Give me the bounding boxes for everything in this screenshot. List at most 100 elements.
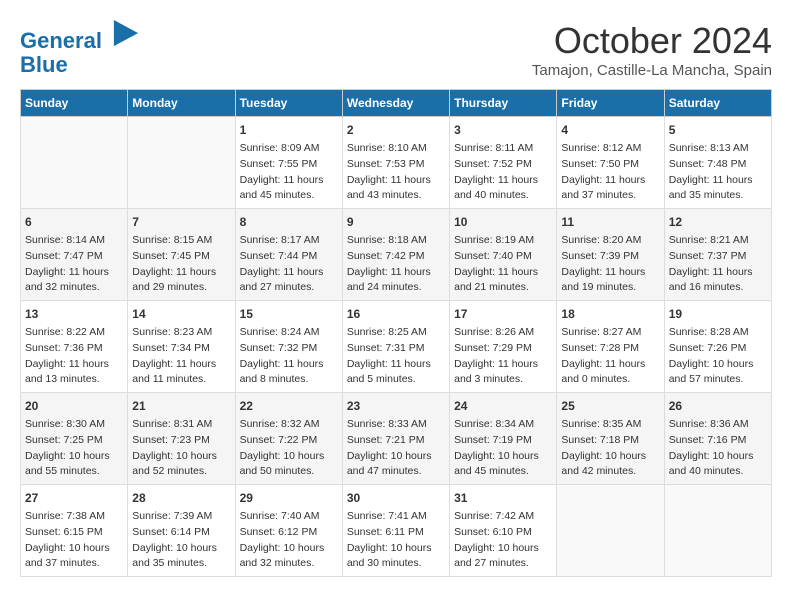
day-info: and 45 minutes. — [240, 188, 338, 204]
col-header-thursday: Thursday — [450, 90, 557, 117]
day-cell — [664, 485, 771, 577]
day-cell: 31Sunrise: 7:42 AMSunset: 6:10 PMDayligh… — [450, 485, 557, 577]
day-info: Daylight: 10 hours — [347, 449, 445, 465]
day-number: 31 — [454, 489, 552, 507]
day-cell: 4Sunrise: 8:12 AMSunset: 7:50 PMDaylight… — [557, 117, 664, 209]
day-info: Sunrise: 8:36 AM — [669, 417, 767, 433]
day-info: Daylight: 11 hours — [561, 357, 659, 373]
day-info: and 21 minutes. — [454, 280, 552, 296]
day-cell: 13Sunrise: 8:22 AMSunset: 7:36 PMDayligh… — [21, 301, 128, 393]
day-info: and 47 minutes. — [347, 464, 445, 480]
day-number: 11 — [561, 213, 659, 231]
day-info: Sunset: 6:11 PM — [347, 525, 445, 541]
logo-blue: Blue — [20, 52, 68, 77]
day-info: and 35 minutes. — [669, 188, 767, 204]
day-info: Sunrise: 8:28 AM — [669, 325, 767, 341]
day-info: and 8 minutes. — [240, 372, 338, 388]
day-cell: 6Sunrise: 8:14 AMSunset: 7:47 PMDaylight… — [21, 209, 128, 301]
logo-general: General — [20, 28, 102, 53]
day-info: Sunrise: 8:22 AM — [25, 325, 123, 341]
day-info: Sunrise: 8:27 AM — [561, 325, 659, 341]
day-info: Daylight: 11 hours — [669, 265, 767, 281]
day-info: Daylight: 11 hours — [454, 357, 552, 373]
day-info: and 13 minutes. — [25, 372, 123, 388]
day-info: Daylight: 11 hours — [25, 265, 123, 281]
day-info: Sunrise: 8:31 AM — [132, 417, 230, 433]
day-info: Sunrise: 8:23 AM — [132, 325, 230, 341]
day-cell — [21, 117, 128, 209]
day-info: Sunrise: 8:35 AM — [561, 417, 659, 433]
day-cell: 17Sunrise: 8:26 AMSunset: 7:29 PMDayligh… — [450, 301, 557, 393]
day-info: Daylight: 10 hours — [240, 541, 338, 557]
day-cell: 20Sunrise: 8:30 AMSunset: 7:25 PMDayligh… — [21, 393, 128, 485]
day-number: 14 — [132, 305, 230, 323]
day-number: 29 — [240, 489, 338, 507]
day-info: and 42 minutes. — [561, 464, 659, 480]
day-info: Sunrise: 8:15 AM — [132, 233, 230, 249]
day-info: Sunrise: 7:42 AM — [454, 509, 552, 525]
logo-icon — [112, 20, 140, 48]
day-info: and 55 minutes. — [25, 464, 123, 480]
day-info: Sunset: 7:26 PM — [669, 341, 767, 357]
day-info: Sunset: 7:42 PM — [347, 249, 445, 265]
col-header-saturday: Saturday — [664, 90, 771, 117]
day-number: 13 — [25, 305, 123, 323]
day-info: Daylight: 10 hours — [669, 357, 767, 373]
day-cell: 7 Sunrise: 8:15 AMSunset: 7:45 PMDaylight… — [128, 209, 235, 301]
day-info: Sunset: 7:29 PM — [454, 341, 552, 357]
day-info: Sunrise: 8:33 AM — [347, 417, 445, 433]
day-info: Sunset: 7:31 PM — [347, 341, 445, 357]
day-number: 16 — [347, 305, 445, 323]
day-info: Sunrise: 8:19 AM — [454, 233, 552, 249]
day-number: 15 — [240, 305, 338, 323]
day-info: Sunset: 7:52 PM — [454, 157, 552, 173]
day-number: 6 — [25, 213, 123, 231]
day-number: 20 — [25, 397, 123, 415]
day-info: and 27 minutes. — [454, 556, 552, 572]
day-number: 23 — [347, 397, 445, 415]
day-number: 2 — [347, 121, 445, 139]
day-cell: 18Sunrise: 8:27 AMSunset: 7:28 PMDayligh… — [557, 301, 664, 393]
day-info: and 30 minutes. — [347, 556, 445, 572]
day-info: and 32 minutes. — [25, 280, 123, 296]
day-info: Sunrise: 8:09 AM — [240, 141, 338, 157]
day-cell: 8Sunrise: 8:17 AMSunset: 7:44 PMDaylight… — [235, 209, 342, 301]
day-info: and 5 minutes. — [347, 372, 445, 388]
day-info: Sunset: 6:14 PM — [132, 525, 230, 541]
day-cell: 10Sunrise: 8:19 AMSunset: 7:40 PMDayligh… — [450, 209, 557, 301]
day-number: 26 — [669, 397, 767, 415]
week-row-2: 6Sunrise: 8:14 AMSunset: 7:47 PMDaylight… — [21, 209, 772, 301]
week-row-3: 13Sunrise: 8:22 AMSunset: 7:36 PMDayligh… — [21, 301, 772, 393]
day-info: and 52 minutes. — [132, 464, 230, 480]
day-cell: 15Sunrise: 8:24 AMSunset: 7:32 PMDayligh… — [235, 301, 342, 393]
day-info: Daylight: 11 hours — [561, 265, 659, 281]
day-info: Daylight: 11 hours — [132, 265, 230, 281]
day-info: Sunset: 6:12 PM — [240, 525, 338, 541]
day-info: Sunrise: 8:26 AM — [454, 325, 552, 341]
day-cell: 26Sunrise: 8:36 AMSunset: 7:16 PMDayligh… — [664, 393, 771, 485]
day-info: Sunset: 7:23 PM — [132, 433, 230, 449]
day-info: Daylight: 10 hours — [25, 449, 123, 465]
day-number: 22 — [240, 397, 338, 415]
day-info: and 37 minutes. — [561, 188, 659, 204]
day-number: 8 — [240, 213, 338, 231]
day-info: Sunset: 7:45 PM — [132, 249, 230, 265]
day-info: Daylight: 11 hours — [669, 173, 767, 189]
day-info: Sunset: 7:39 PM — [561, 249, 659, 265]
day-info: Daylight: 11 hours — [454, 173, 552, 189]
day-cell: 29Sunrise: 7:40 AMSunset: 6:12 PMDayligh… — [235, 485, 342, 577]
day-info: Sunrise: 7:39 AM — [132, 509, 230, 525]
day-info: Sunset: 7:50 PM — [561, 157, 659, 173]
day-number: 7 — [132, 213, 230, 231]
day-info: Sunrise: 7:38 AM — [25, 509, 123, 525]
day-number: 28 — [132, 489, 230, 507]
day-cell: 27Sunrise: 7:38 AMSunset: 6:15 PMDayligh… — [21, 485, 128, 577]
day-cell: 23Sunrise: 8:33 AMSunset: 7:21 PMDayligh… — [342, 393, 449, 485]
day-info: Sunset: 7:19 PM — [454, 433, 552, 449]
day-info: Sunset: 7:16 PM — [669, 433, 767, 449]
day-info: and 24 minutes. — [347, 280, 445, 296]
day-info: Daylight: 11 hours — [25, 357, 123, 373]
day-info: and 40 minutes. — [454, 188, 552, 204]
day-info: Daylight: 10 hours — [132, 449, 230, 465]
day-info: Sunset: 7:28 PM — [561, 341, 659, 357]
